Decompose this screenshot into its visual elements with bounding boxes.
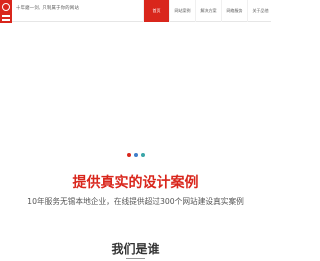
slider-dot[interactable]	[141, 153, 145, 157]
logo-bar-icon	[2, 15, 10, 17]
cases-section-subtitle: 10年服务无锡本地企业，在线提供超过300个网站建设真实案例	[27, 197, 244, 206]
slider-dot[interactable]	[134, 153, 138, 157]
about-section-title: 我们是谁	[111, 242, 160, 256]
logo-mark-icon	[2, 3, 10, 11]
logo-bar-icon	[2, 19, 10, 21]
nav-item-solutions[interactable]: 解决方案	[195, 0, 221, 22]
cases-section-title: 提供真实的设计案例	[72, 175, 199, 191]
nav-item-services[interactable]: 网络服务	[221, 0, 247, 22]
hero-slider	[0, 23, 271, 157]
main-nav: 首页 网站案例 解决方案 网络服务 关于品他	[143, 0, 273, 22]
header-slogan: 十年磨一剑, 只制属于你的网站	[16, 6, 80, 11]
nav-item-cases[interactable]: 网站案例	[169, 0, 195, 22]
site-header: 十年磨一剑, 只制属于你的网站 首页 网站案例 解决方案 网络服务 关于品他	[0, 0, 273, 30]
slider-pagination	[127, 153, 145, 157]
slider-dot[interactable]	[127, 153, 131, 157]
nav-item-about[interactable]: 关于品他	[247, 0, 273, 22]
nav-item-home[interactable]: 首页	[143, 0, 169, 22]
title-underline	[126, 258, 145, 259]
